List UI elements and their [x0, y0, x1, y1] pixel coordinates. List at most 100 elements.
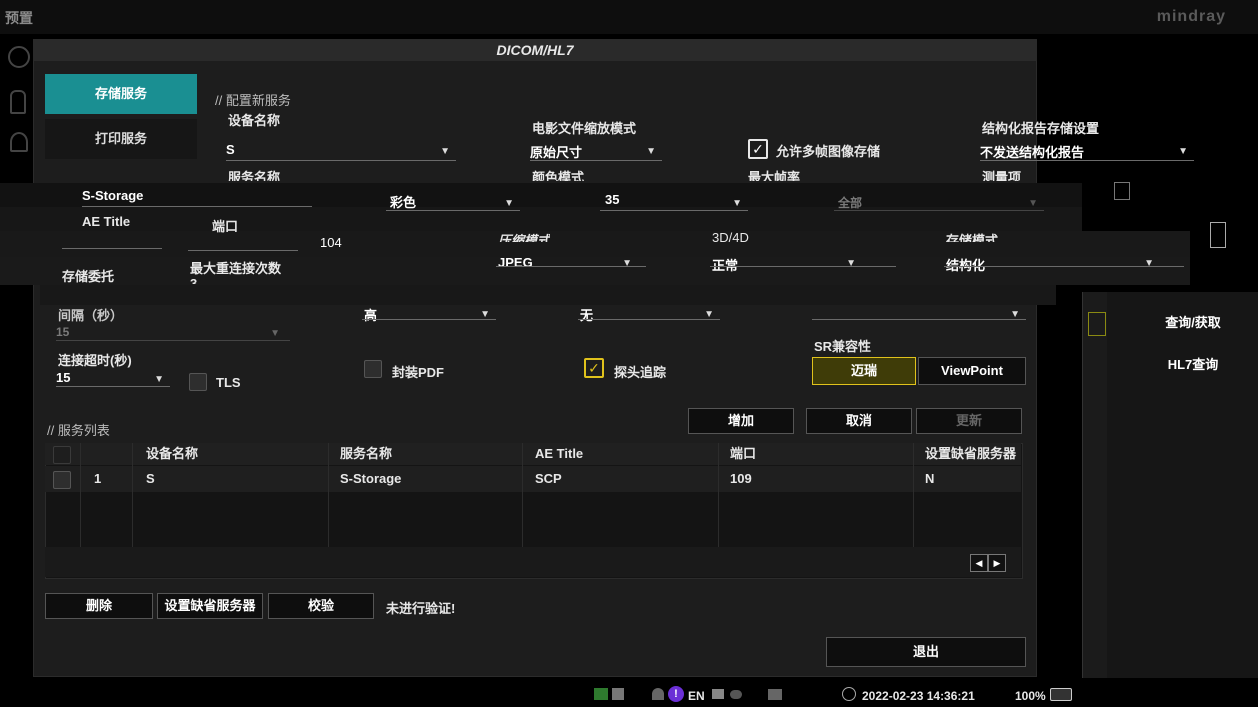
tls-checkbox[interactable] — [189, 373, 207, 391]
none-select[interactable]: ▼ — [578, 305, 720, 320]
panel-icon[interactable] — [1210, 222, 1226, 248]
cancel-button[interactable]: 取消 — [806, 408, 912, 434]
chevron-down-icon: ▼ — [1144, 258, 1154, 269]
table-footer — [45, 547, 1021, 577]
side-tab-active[interactable] — [1088, 312, 1106, 336]
update-button[interactable]: 更新 — [916, 408, 1022, 434]
col-divider — [522, 443, 523, 547]
color-mode-select[interactable]: ▼ — [386, 192, 520, 211]
sr-compat-mindray-button[interactable]: 迈瑞 — [812, 357, 916, 385]
col-port: 端口 — [730, 446, 757, 461]
person-icon[interactable] — [10, 132, 28, 152]
next-page-button[interactable]: ▶ — [988, 554, 1006, 572]
chevron-down-icon: ▼ — [480, 309, 490, 320]
service-name-label: 服务名称 — [228, 170, 281, 181]
timeout-label: 连接超时(秒) — [58, 353, 132, 368]
device-name-label: 设备名称 — [228, 113, 281, 128]
row-service: S-Storage — [340, 471, 402, 486]
chevron-down-icon: ▼ — [732, 198, 742, 209]
service-name-input[interactable]: S-Storage — [82, 188, 312, 207]
hl7-query-button[interactable]: HL7查询 — [1128, 350, 1258, 380]
keyboard-icon — [712, 689, 724, 699]
chevron-down-icon: ▼ — [504, 198, 514, 209]
service-name-value: S-Storage — [82, 188, 144, 203]
port-value: 104 — [320, 235, 342, 250]
chevron-down-icon: ▼ — [846, 258, 856, 269]
delete-button[interactable]: 删除 — [45, 593, 153, 619]
overlay-strip — [0, 231, 1190, 257]
verify-button[interactable]: 校验 — [268, 593, 374, 619]
multi-frame-checkbox[interactable]: ✓ — [748, 139, 768, 159]
nav-print-service[interactable]: 打印服务 — [45, 119, 197, 159]
sr-blank-select[interactable]: ▼ — [812, 305, 1026, 320]
probe-tracking-checkbox[interactable]: ✓ — [584, 358, 604, 378]
service-list-label: // 服务列表 — [47, 423, 110, 438]
language-indicator[interactable]: EN — [688, 689, 705, 703]
prev-page-button[interactable]: ◀ — [970, 554, 988, 572]
compression-select[interactable]: ▼ — [496, 258, 646, 269]
interval-value: 15 — [56, 325, 70, 339]
col-divider — [913, 443, 914, 547]
battery-percent: 100% — [1015, 689, 1046, 703]
sr-settings-select[interactable]: 不发送结构化报告 ▼ — [980, 142, 1194, 161]
interval-select[interactable]: 15 ▼ — [56, 324, 290, 341]
sr-settings-label: 结构化报告存储设置 — [982, 121, 1100, 136]
quality-select[interactable]: ▼ — [362, 305, 496, 320]
query-retrieve-button[interactable]: 查询/获取 — [1128, 308, 1258, 338]
alert-icon[interactable]: ! — [668, 686, 684, 702]
chevron-down-icon: ▼ — [1010, 309, 1020, 320]
storage-mode-label: 存储模式 — [946, 233, 999, 242]
timeout-select[interactable]: 15 ▼ — [56, 370, 170, 387]
clock-icon — [842, 687, 856, 701]
row-checkbox[interactable] — [53, 471, 71, 489]
timeout-value: 15 — [56, 370, 71, 385]
col-divider — [132, 443, 133, 547]
ae-title-label: AE Title — [82, 214, 131, 229]
sr-compat-viewpoint-button[interactable]: ViewPoint — [918, 357, 1026, 385]
encapsulate-pdf-checkbox[interactable] — [364, 360, 382, 378]
compression-label: 压缩模式 — [498, 233, 551, 242]
storage-commit-nav[interactable]: 存储委托 — [62, 266, 114, 285]
measure-item-label: 测量项 — [982, 170, 1022, 181]
measure-item-select[interactable]: ▼ — [834, 192, 1044, 211]
port-label: 端口 — [212, 219, 239, 234]
overlay-strip — [40, 285, 1056, 305]
nav-storage-service[interactable]: 存储服务 — [45, 74, 197, 114]
multi-frame-label: 允许多帧图像存储 — [776, 144, 881, 159]
ae-title-input[interactable] — [62, 234, 162, 249]
table-row[interactable] — [45, 466, 1021, 492]
dialog-title: DICOM/HL7 — [33, 39, 1037, 61]
cine-mode-select[interactable]: 原始尺寸 ▼ — [530, 142, 662, 161]
add-button[interactable]: 增加 — [688, 408, 794, 434]
col-service-name: 服务名称 — [340, 446, 393, 461]
col-divider — [328, 443, 329, 547]
set-default-server-button[interactable]: 设置缺省服务器 — [157, 593, 263, 619]
brand-logo: mindray — [1156, 8, 1226, 25]
3d4d-select[interactable]: ▼ — [710, 258, 896, 269]
chevron-down-icon: ▼ — [154, 374, 164, 385]
max-reconnect-value: 3 — [190, 276, 198, 284]
report-icon[interactable] — [1114, 182, 1130, 200]
device-name-select[interactable]: S ▼ — [226, 142, 456, 161]
gear-icon[interactable] — [8, 46, 30, 68]
device-name-value: S — [226, 142, 235, 157]
row-device: S — [146, 471, 155, 486]
port-input[interactable] — [188, 234, 298, 251]
storage-mode-select[interactable]: ▼ — [944, 258, 1184, 269]
chevron-down-icon: ▼ — [704, 309, 714, 320]
storage-icon — [612, 688, 624, 700]
cine-mode-value: 原始尺寸 — [530, 145, 583, 160]
col-device-name: 设备名称 — [146, 446, 199, 461]
frame-rate-select[interactable]: ▼ — [600, 192, 748, 211]
select-all-checkbox[interactable] — [53, 446, 71, 464]
cloud-icon — [730, 690, 742, 699]
screen-label: 预置 — [5, 10, 33, 26]
chevron-down-icon: ▼ — [440, 146, 450, 157]
wifi-icon — [652, 688, 664, 700]
probe-icon[interactable] — [10, 90, 26, 114]
row-port: 109 — [730, 471, 752, 486]
chevron-down-icon: ▼ — [270, 328, 280, 339]
chevron-down-icon: ▼ — [1028, 198, 1038, 209]
datetime-display: 2022-02-23 14:36:21 — [862, 689, 975, 703]
exit-button[interactable]: 退出 — [826, 637, 1026, 667]
